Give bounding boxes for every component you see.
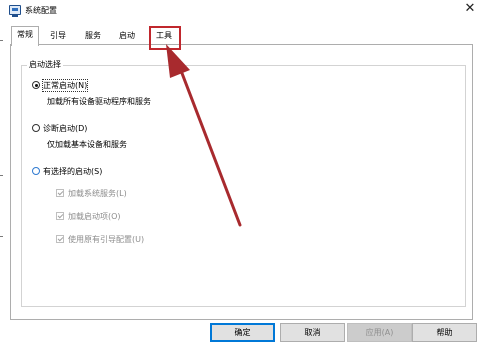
annotation-arrow [166,44,242,227]
